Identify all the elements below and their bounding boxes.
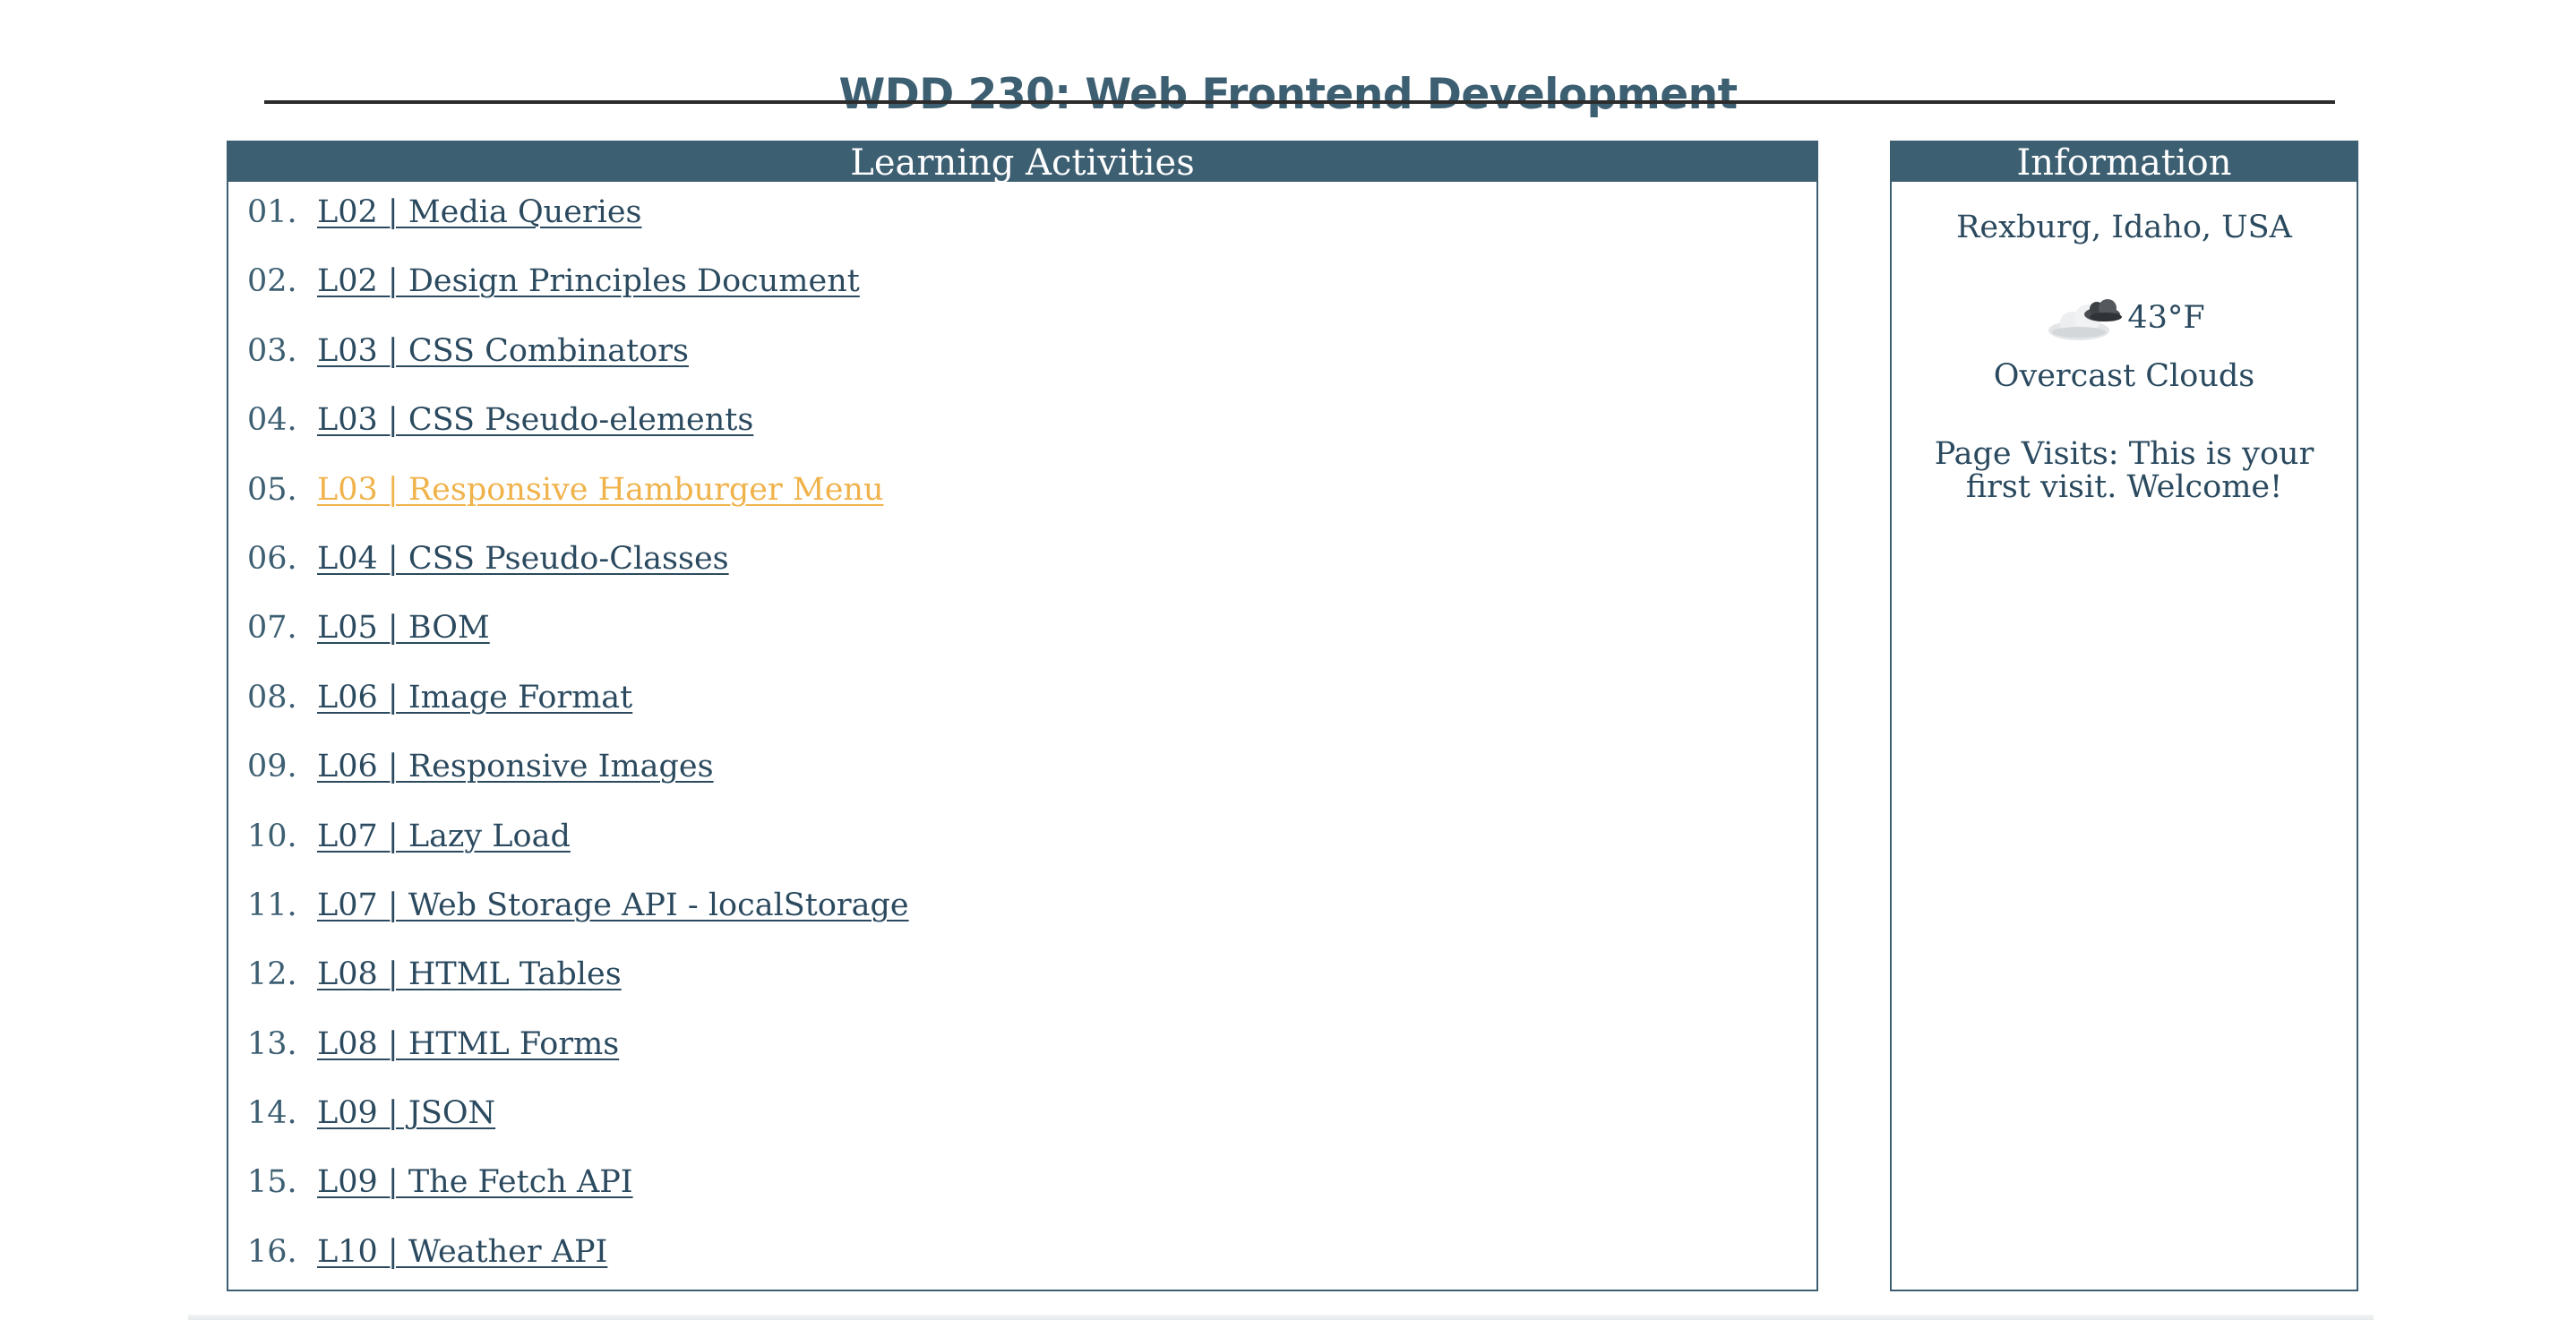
list-item: 06. L04 | CSS Pseudo-Classes: [247, 537, 909, 606]
list-item: 12. L08 | HTML Tables: [247, 953, 909, 1022]
page-title: WDD 230: Web Frontend Development: [838, 70, 1738, 120]
list-item: 10. L07 | Lazy Load: [247, 815, 909, 884]
list-item: 05. L03 | Responsive Hamburger Menu: [247, 468, 909, 537]
activity-link-html-forms[interactable]: L08 | HTML Forms: [317, 1023, 619, 1066]
information-panel: Information Rexburg, Idaho, USA 43°F Ove…: [1890, 141, 2358, 1291]
activity-number: 12.: [247, 956, 297, 993]
activity-number: 05.: [247, 471, 297, 508]
activity-link-bom[interactable]: L05 | BOM: [317, 606, 490, 649]
activity-number: 07.: [247, 610, 297, 647]
activity-number: 01.: [247, 194, 297, 230]
overcast-clouds-icon: [2043, 291, 2125, 345]
location-text: Rexburg, Idaho, USA: [1956, 210, 2292, 245]
list-item: 11. L07 | Web Storage API - localStorage: [247, 884, 909, 953]
list-item: 04. L03 | CSS Pseudo-elements: [247, 399, 909, 467]
list-item: 09. L06 | Responsive Images: [247, 745, 909, 814]
list-item: 03. L03 | CSS Combinators: [247, 330, 909, 399]
activity-link-fetch-api[interactable]: L09 | The Fetch API: [317, 1161, 633, 1204]
activity-link-json[interactable]: L09 | JSON: [317, 1092, 495, 1135]
activity-link-media-queries[interactable]: L02 | Media Queries: [317, 191, 642, 234]
activity-number: 14.: [247, 1095, 297, 1132]
activity-number: 08.: [247, 679, 297, 716]
activity-number: 11.: [247, 887, 297, 923]
activity-number: 15.: [247, 1164, 297, 1201]
list-item: 16. L10 | Weather API: [247, 1230, 909, 1299]
activity-link-css-combinators[interactable]: L03 | CSS Combinators: [317, 330, 689, 373]
activity-number: 03.: [247, 332, 297, 369]
activity-link-design-principles[interactable]: L02 | Design Principles Document: [317, 260, 860, 303]
list-item: 13. L08 | HTML Forms: [247, 1023, 909, 1092]
activity-number: 09.: [247, 749, 297, 785]
activity-link-hamburger-menu[interactable]: L03 | Responsive Hamburger Menu: [317, 468, 884, 511]
list-item: 01. L02 | Media Queries: [247, 191, 909, 260]
activity-number: 04.: [247, 402, 297, 439]
activity-number: 10.: [247, 818, 297, 854]
activity-link-html-tables[interactable]: L08 | HTML Tables: [317, 953, 622, 996]
activity-number: 06.: [247, 540, 297, 577]
footer-edge: [188, 1315, 2374, 1320]
weather-summary: 43°F: [1892, 291, 2357, 345]
list-item: 15. L09 | The Fetch API: [247, 1161, 909, 1230]
page-visits-text: Page Visits: This is your first visit. W…: [1934, 436, 2314, 505]
activity-link-css-pseudo-elements[interactable]: L03 | CSS Pseudo-elements: [317, 399, 753, 441]
activity-link-image-format[interactable]: L06 | Image Format: [317, 676, 632, 719]
list-item: 08. L06 | Image Format: [247, 676, 909, 745]
activity-number: 02.: [247, 263, 297, 300]
information-heading: Information: [1892, 142, 2357, 184]
list-item: 02. L02 | Design Principles Document: [247, 260, 909, 329]
list-item: 07. L05 | BOM: [247, 606, 909, 675]
activity-list: 01. L02 | Media Queries 02. L02 | Design…: [247, 191, 909, 1299]
activity-link-weather-api[interactable]: L10 | Weather API: [317, 1230, 607, 1273]
learning-activities-panel: Learning Activities 01. L02 | Media Quer…: [227, 141, 1818, 1291]
title-divider: [264, 100, 2335, 104]
temperature-value: 43°F: [2127, 300, 2205, 336]
activity-number: 13.: [247, 1025, 297, 1062]
information-body: Rexburg, Idaho, USA 43°F Overcast Clouds…: [1892, 210, 2357, 504]
activity-link-lazy-load[interactable]: L07 | Lazy Load: [317, 815, 571, 858]
activity-link-web-storage[interactable]: L07 | Web Storage API - localStorage: [317, 884, 909, 927]
weather-description: Overcast Clouds: [1993, 358, 2255, 394]
learning-activities-heading: Learning Activities: [228, 142, 1816, 184]
activity-link-css-pseudo-classes[interactable]: L04 | CSS Pseudo-Classes: [317, 537, 729, 580]
activity-number: 16.: [247, 1233, 297, 1270]
activity-link-responsive-images[interactable]: L06 | Responsive Images: [317, 745, 714, 788]
list-item: 14. L09 | JSON: [247, 1092, 909, 1161]
